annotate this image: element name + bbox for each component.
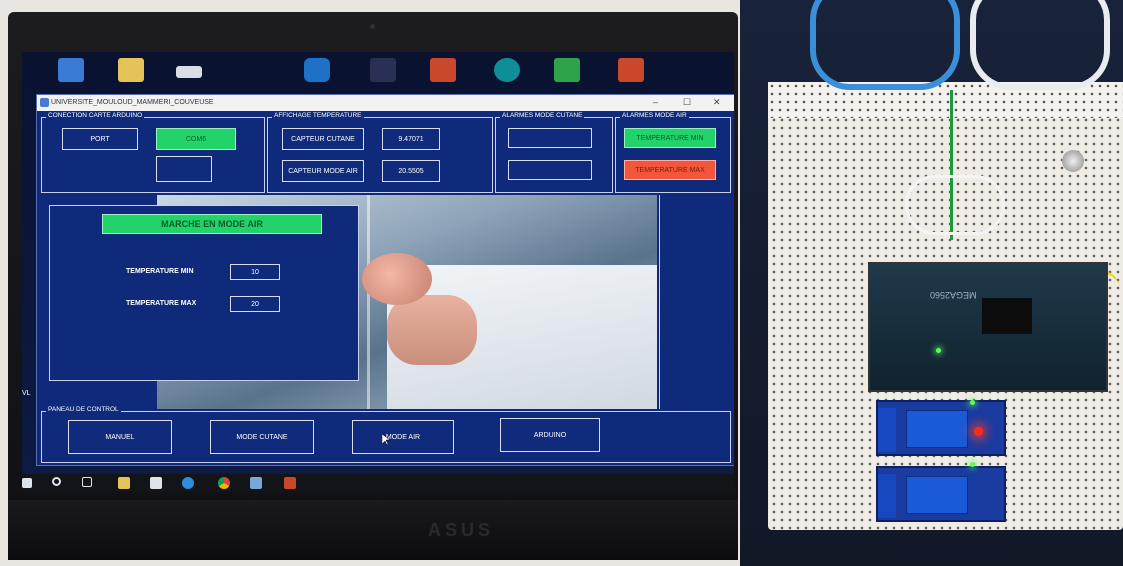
relay-1-terminal: [878, 408, 896, 452]
windows-start-icon[interactable]: [22, 478, 32, 488]
minimize-button[interactable]: –: [653, 97, 658, 107]
teamviewer-icon[interactable]: [304, 58, 330, 82]
taskbar-app-icon[interactable]: [250, 477, 262, 489]
alarm-skin-field-2: [508, 160, 592, 180]
laptop-chin: [8, 500, 738, 560]
alarm-temp-min-indicator: TEMPERATURE MIN: [624, 128, 716, 148]
air-sensor-value: 20.5505: [382, 160, 440, 182]
app-icon[interactable]: [176, 66, 202, 78]
alarms-air-group: ALARMES MODE AIR TEMPERATURE MIN TEMPERA…: [615, 112, 731, 193]
right-blue-panel: [659, 195, 733, 409]
connection-status-field[interactable]: [156, 156, 212, 182]
mode-banner: MARCHE EN MODE AIR: [102, 214, 322, 234]
mode-temp-min-value[interactable]: 10: [230, 264, 280, 280]
relay-2-coil: [906, 476, 968, 514]
control-panel-group: PANEAU DE CONTROL MANUEL MODE CUTANE MOD…: [41, 406, 731, 463]
alarms-skin-group-title: ALARMES MODE CUTANE: [500, 112, 585, 119]
window-title: UNIVERSITE_MOULOUD_MAMMERI_COUVEUSE: [51, 99, 214, 106]
control-panel-group-title: PANEAU DE CONTROL: [46, 406, 121, 413]
blue-cable: [810, 0, 960, 90]
manual-button[interactable]: MANUEL: [68, 420, 172, 454]
edge-icon[interactable]: [182, 477, 194, 489]
maximize-button[interactable]: ☐: [683, 97, 691, 108]
taskbar: [22, 474, 734, 492]
relay-module-2: [876, 466, 1006, 522]
mode-panel: MARCHE EN MODE AIR TEMPERATURE MIN 10 TE…: [49, 205, 359, 381]
temperature-display-group-title: AFFICHAGE TEMPERATURE: [272, 112, 364, 119]
connection-group: CONECTION CARTE ARDUINO PORT COM6: [41, 112, 265, 193]
temperature-display-group: AFFICHAGE TEMPERATURE CAPTEUR CUTANE 9.4…: [267, 112, 493, 193]
close-button[interactable]: ✕: [713, 97, 721, 108]
task-view-icon[interactable]: [82, 477, 92, 487]
arduino-icon[interactable]: [494, 58, 520, 82]
sensor: [1062, 150, 1084, 172]
air-mode-button[interactable]: MODE AIR: [352, 420, 454, 454]
port-label: PORT: [62, 128, 138, 150]
computer-icon[interactable]: [58, 58, 84, 82]
mode-temp-max-label: TEMPERATURE MAX: [126, 300, 197, 307]
port-value[interactable]: COM6: [156, 128, 236, 150]
relay-2-green-led: [970, 462, 975, 467]
relay-2-terminal: [878, 474, 896, 518]
white-wire: [905, 175, 1005, 235]
laptop-screen: VL UNIVERSITE_MOULOUD_MAMMERI_COUVEUSE –…: [22, 52, 734, 492]
folder-icon[interactable]: [118, 58, 144, 82]
alarms-air-group-title: ALARMES MODE AIR: [620, 112, 689, 119]
title-bar: UNIVERSITE_MOULOUD_MAMMERI_COUVEUSE – ☐ …: [37, 95, 734, 111]
infant-head: [362, 253, 432, 305]
microcontroller-chip: [982, 298, 1032, 334]
matlab-icon-2[interactable]: [618, 58, 644, 82]
app-window: UNIVERSITE_MOULOUD_MAMMERI_COUVEUSE – ☐ …: [36, 94, 734, 466]
mouse-cursor-icon: [382, 434, 390, 446]
matlab-taskbar-icon[interactable]: [284, 477, 296, 489]
arduino-label: MEGA2560: [930, 290, 977, 300]
tool-icon[interactable]: [370, 58, 396, 82]
skin-sensor-value: 9.47071: [382, 128, 440, 150]
matlab-icon[interactable]: [430, 58, 456, 82]
file-explorer-icon[interactable]: [118, 477, 130, 489]
relay-1-red-led: [974, 427, 983, 436]
photo-scene: ASUS VL UNIVERSITE_MOULOUD_MAMMERI_COUVE…: [0, 0, 1123, 566]
relay-1-coil: [906, 410, 968, 448]
white-cable: [970, 0, 1110, 90]
mode-temp-min-label: TEMPERATURE MIN: [126, 268, 194, 275]
arduino-button[interactable]: ARDUINO: [500, 418, 600, 452]
infant-body: [387, 295, 477, 365]
relay-module-1: [876, 400, 1006, 456]
installer-icon[interactable]: [554, 58, 580, 82]
store-icon[interactable]: [150, 477, 162, 489]
webcam: [370, 24, 375, 29]
laptop-brand-logo: ASUS: [428, 520, 495, 540]
mode-temp-max-value[interactable]: 20: [230, 296, 280, 312]
chrome-icon[interactable]: [218, 477, 230, 489]
connection-group-title: CONECTION CARTE ARDUINO: [46, 112, 145, 119]
air-sensor-label: CAPTEUR MODE AIR: [282, 160, 364, 182]
app-logo-icon: [40, 98, 49, 107]
arduino-board: MEGA2560: [868, 262, 1108, 392]
skin-mode-button[interactable]: MODE CUTANE: [210, 420, 314, 454]
alarm-skin-field-1: [508, 128, 592, 148]
relay-1-green-led: [970, 400, 975, 405]
alarms-skin-group: ALARMES MODE CUTANE: [495, 112, 613, 193]
side-label: VL: [22, 390, 31, 397]
arduino-power-led: [936, 348, 941, 353]
alarm-temp-max-indicator: TEMPERATURE MAX: [624, 160, 716, 180]
skin-sensor-label: CAPTEUR CUTANE: [282, 128, 364, 150]
search-icon[interactable]: [52, 477, 61, 486]
